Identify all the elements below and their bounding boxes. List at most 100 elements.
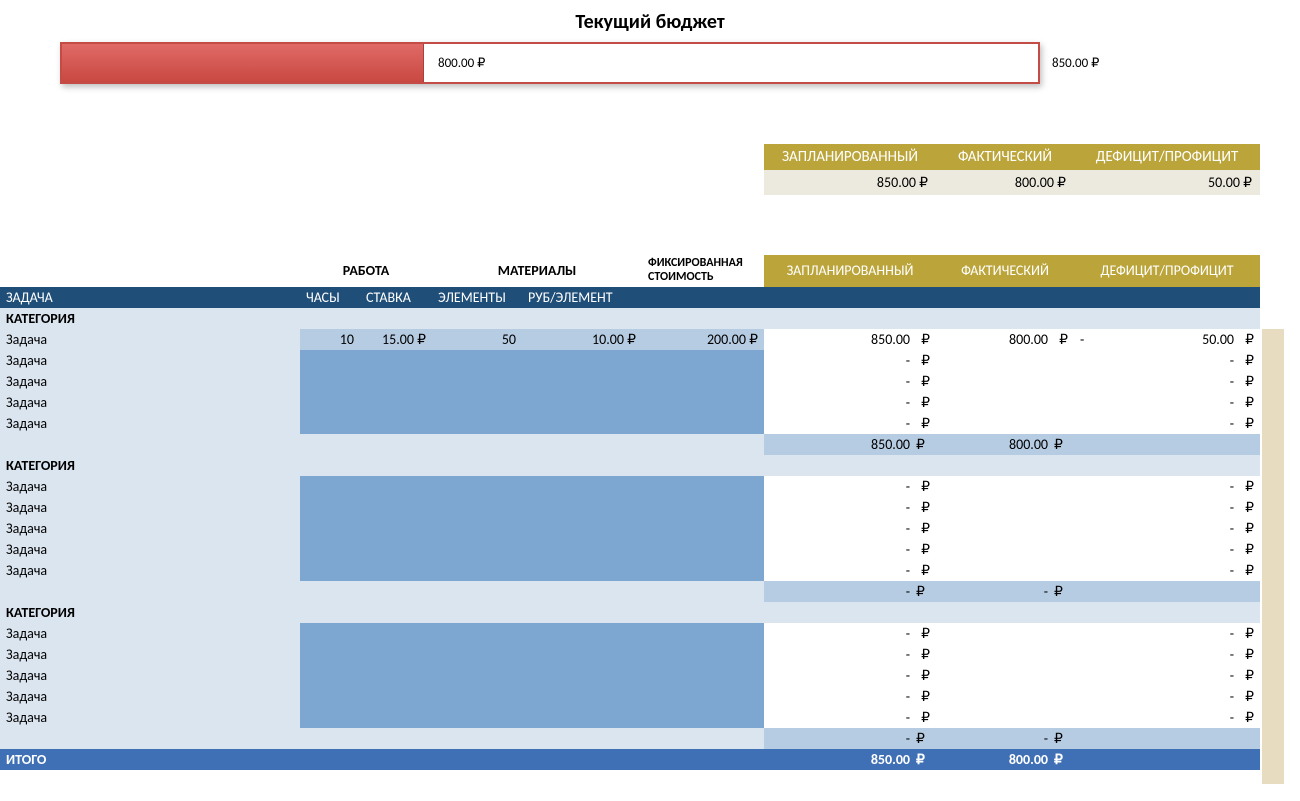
- category-row: КАТЕГОРИЯ: [0, 602, 1260, 623]
- cell-actual: [936, 392, 1074, 413]
- cell-hours[interactable]: [300, 686, 360, 707]
- cell-per[interactable]: [522, 518, 642, 539]
- cell-rate[interactable]: [360, 413, 432, 434]
- cell-hours[interactable]: [300, 707, 360, 728]
- cell-per[interactable]: [522, 539, 642, 560]
- cell-fixed[interactable]: [642, 476, 764, 497]
- cell-hours[interactable]: [300, 497, 360, 518]
- cell-fixed[interactable]: [642, 665, 764, 686]
- cell-items[interactable]: [432, 392, 522, 413]
- cell-per[interactable]: [522, 350, 642, 371]
- cell-hours[interactable]: [300, 560, 360, 581]
- cell-fixed[interactable]: [642, 539, 764, 560]
- cell-hours[interactable]: [300, 539, 360, 560]
- cell-rate[interactable]: [360, 350, 432, 371]
- cell-diff: -₽: [1074, 665, 1260, 686]
- cell-fixed[interactable]: [642, 413, 764, 434]
- cell-hours[interactable]: [300, 518, 360, 539]
- cell-hours[interactable]: [300, 350, 360, 371]
- grp-materials: МАТЕРИАЛЫ: [432, 255, 642, 287]
- cell-per[interactable]: [522, 413, 642, 434]
- subtotal-row: 850.00₽800.00₽: [0, 434, 1260, 455]
- cell-rate[interactable]: [360, 518, 432, 539]
- cell-rate[interactable]: [360, 665, 432, 686]
- cell-hours[interactable]: [300, 623, 360, 644]
- task-label: Задача: [0, 560, 300, 581]
- cell-items[interactable]: [432, 560, 522, 581]
- cell-rate[interactable]: [360, 392, 432, 413]
- cell-items[interactable]: [432, 518, 522, 539]
- cell-per[interactable]: [522, 686, 642, 707]
- cell-hours[interactable]: [300, 665, 360, 686]
- cell-rate[interactable]: [360, 707, 432, 728]
- cell-fixed[interactable]: 200.00 ₽: [642, 329, 764, 350]
- total-label: ИТОГО: [0, 749, 300, 770]
- cell-per[interactable]: [522, 476, 642, 497]
- cell-items[interactable]: [432, 707, 522, 728]
- cell-fixed[interactable]: [642, 350, 764, 371]
- cell-rate[interactable]: [360, 539, 432, 560]
- task-row: Задача-₽-₽: [0, 413, 1260, 434]
- cell-hours[interactable]: [300, 413, 360, 434]
- cell-rate[interactable]: [360, 623, 432, 644]
- cell-hours[interactable]: 10: [300, 329, 360, 350]
- cell-per[interactable]: [522, 644, 642, 665]
- cell-per[interactable]: 10.00 ₽: [522, 329, 642, 350]
- cell-fixed[interactable]: [642, 497, 764, 518]
- cell-items[interactable]: 50: [432, 329, 522, 350]
- cell-fixed[interactable]: [642, 686, 764, 707]
- cell-items[interactable]: [432, 371, 522, 392]
- cell-items[interactable]: [432, 476, 522, 497]
- cell-rate[interactable]: [360, 476, 432, 497]
- subh-fixed: [642, 287, 764, 308]
- cell-fixed[interactable]: [642, 392, 764, 413]
- cell-items[interactable]: [432, 539, 522, 560]
- cell-items[interactable]: [432, 497, 522, 518]
- cell-items[interactable]: [432, 644, 522, 665]
- cell-actual: [936, 560, 1074, 581]
- cell-hours[interactable]: [300, 644, 360, 665]
- cell-fixed[interactable]: [642, 371, 764, 392]
- cell-rate[interactable]: [360, 497, 432, 518]
- cell-fixed[interactable]: [642, 560, 764, 581]
- cell-actual: [936, 644, 1074, 665]
- task-row: Задача-₽-₽: [0, 623, 1260, 644]
- cell-planned: -₽: [764, 392, 936, 413]
- cell-diff: -₽: [1074, 371, 1260, 392]
- cell-hours[interactable]: [300, 392, 360, 413]
- subh-hours: ЧАСЫ: [300, 287, 360, 308]
- grp-planned: ЗАПЛАНИРОВАННЫЙ: [764, 255, 936, 287]
- cell-actual: [936, 539, 1074, 560]
- cell-rate[interactable]: [360, 686, 432, 707]
- cell-items[interactable]: [432, 350, 522, 371]
- cell-items[interactable]: [432, 413, 522, 434]
- cell-fixed[interactable]: [642, 644, 764, 665]
- task-label: Задача: [0, 476, 300, 497]
- cell-items[interactable]: [432, 623, 522, 644]
- cell-items[interactable]: [432, 686, 522, 707]
- cell-hours[interactable]: [300, 476, 360, 497]
- cell-fixed[interactable]: [642, 623, 764, 644]
- cell-diff: -₽: [1074, 476, 1260, 497]
- cell-rate[interactable]: [360, 644, 432, 665]
- cell-per[interactable]: [522, 665, 642, 686]
- progress-bar-container: 800.00 ₽ 850.00 ₽: [60, 42, 1240, 84]
- cell-per[interactable]: [522, 392, 642, 413]
- cell-diff: -₽: [1074, 707, 1260, 728]
- cell-per[interactable]: [522, 371, 642, 392]
- total-row: ИТОГО 850.00₽ 800.00₽: [0, 749, 1260, 770]
- cell-rate[interactable]: [360, 560, 432, 581]
- cell-per[interactable]: [522, 623, 642, 644]
- cell-fixed[interactable]: [642, 707, 764, 728]
- cell-per[interactable]: [522, 707, 642, 728]
- task-row: Задача-₽-₽: [0, 518, 1260, 539]
- cell-rate[interactable]: [360, 371, 432, 392]
- cell-rate[interactable]: 15.00 ₽: [360, 329, 432, 350]
- cell-fixed[interactable]: [642, 518, 764, 539]
- cell-items[interactable]: [432, 665, 522, 686]
- cell-hours[interactable]: [300, 371, 360, 392]
- grp-blank: [0, 255, 300, 287]
- cell-per[interactable]: [522, 560, 642, 581]
- cell-per[interactable]: [522, 497, 642, 518]
- cell-diff: -₽: [1074, 413, 1260, 434]
